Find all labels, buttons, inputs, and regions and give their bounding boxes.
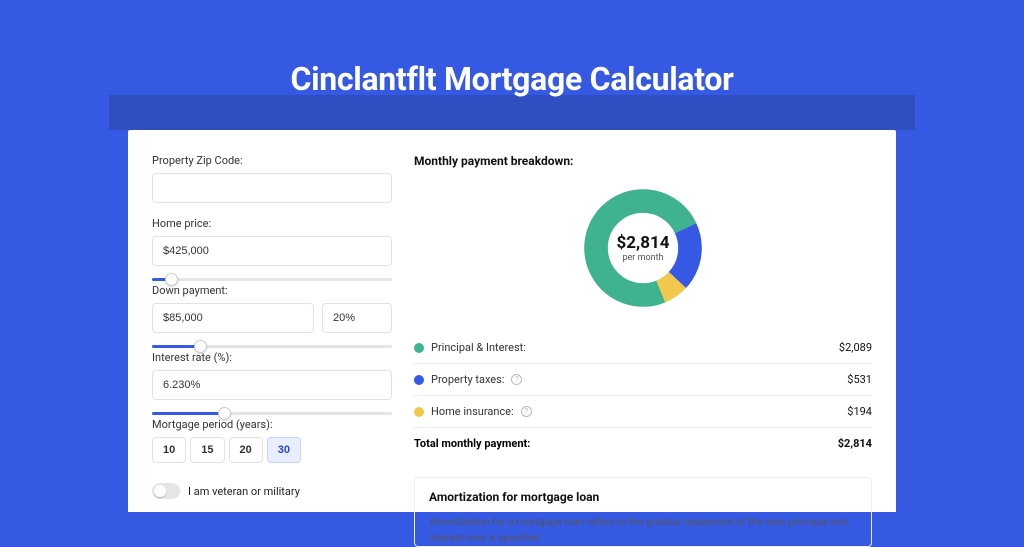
- legend-total-value: $2,814: [838, 437, 872, 450]
- down-payment-label: Down payment:: [152, 284, 392, 297]
- payment-donut: $2,814 per month: [581, 186, 705, 310]
- legend-row: Property taxes:? $531: [414, 363, 872, 395]
- info-icon[interactable]: ?: [521, 406, 532, 417]
- period-options: 10152030: [152, 437, 392, 463]
- breakdown-title: Monthly payment breakdown:: [414, 154, 872, 168]
- down-payment-slider-fill: [152, 345, 200, 348]
- legend-total-label: Total monthly payment:: [414, 437, 530, 450]
- form-column: Property Zip Code: Home price: Down paym…: [152, 154, 392, 512]
- zip-label: Property Zip Code:: [152, 154, 392, 167]
- veteran-label: I am veteran or military: [188, 485, 300, 498]
- down-payment-slider[interactable]: [152, 331, 392, 337]
- donut-wrap: $2,814 per month: [414, 186, 872, 310]
- down-payment-pct-input[interactable]: [322, 303, 392, 333]
- down-payment-input[interactable]: [152, 303, 314, 333]
- page-title: Cinclantflt Mortgage Calculator: [0, 60, 1024, 98]
- home-price-slider[interactable]: [152, 264, 392, 270]
- legend-dot: [414, 375, 424, 385]
- field-veteran: I am veteran or military: [152, 483, 392, 499]
- info-icon[interactable]: ?: [511, 374, 522, 385]
- donut-center: $2,814 per month: [581, 186, 705, 310]
- period-btn-10[interactable]: 10: [152, 437, 186, 463]
- legend-dot: [414, 343, 424, 353]
- legend-label: Principal & Interest:: [431, 341, 526, 354]
- legend-label: Home insurance:: [431, 405, 514, 418]
- field-down-payment: Down payment:: [152, 284, 392, 337]
- home-price-label: Home price:: [152, 217, 392, 230]
- period-btn-20[interactable]: 20: [229, 437, 263, 463]
- zip-input[interactable]: [152, 173, 392, 203]
- donut-amount: $2,814: [617, 233, 670, 253]
- interest-slider[interactable]: [152, 398, 392, 404]
- legend-total-row: Total monthly payment: $2,814: [414, 427, 872, 459]
- legend-dot: [414, 407, 424, 417]
- amortization-body: Amortization for a mortgage loan refers …: [429, 514, 857, 546]
- field-home-price: Home price:: [152, 217, 392, 270]
- field-zip: Property Zip Code:: [152, 154, 392, 203]
- legend-value: $194: [847, 405, 872, 418]
- legend-value: $2,089: [839, 341, 872, 354]
- period-label: Mortgage period (years):: [152, 418, 392, 431]
- legend: Principal & Interest: $2,089 Property taxe…: [414, 332, 872, 459]
- hero-band: [109, 95, 915, 130]
- interest-slider-thumb[interactable]: [218, 407, 231, 420]
- calculator-card: Property Zip Code: Home price: Down paym…: [128, 130, 896, 512]
- period-btn-30[interactable]: 30: [267, 437, 301, 463]
- donut-sub: per month: [622, 253, 663, 263]
- interest-slider-fill: [152, 412, 224, 415]
- amortization-title: Amortization for mortgage loan: [429, 490, 857, 504]
- legend-row: Principal & Interest: $2,089: [414, 332, 872, 363]
- period-btn-15[interactable]: 15: [190, 437, 224, 463]
- veteran-toggle[interactable]: [152, 483, 180, 499]
- breakdown-column: Monthly payment breakdown: $2,814 per mo…: [414, 154, 872, 512]
- down-payment-slider-thumb[interactable]: [194, 340, 207, 353]
- field-period: Mortgage period (years): 10152030: [152, 418, 392, 463]
- legend-value: $531: [847, 373, 872, 386]
- interest-label: Interest rate (%):: [152, 351, 392, 364]
- interest-input[interactable]: [152, 370, 392, 400]
- legend-label: Property taxes:: [431, 373, 504, 386]
- field-interest-rate: Interest rate (%):: [152, 351, 392, 404]
- home-price-input[interactable]: [152, 236, 392, 266]
- veteran-toggle-knob: [154, 485, 166, 497]
- legend-row: Home insurance:? $194: [414, 395, 872, 427]
